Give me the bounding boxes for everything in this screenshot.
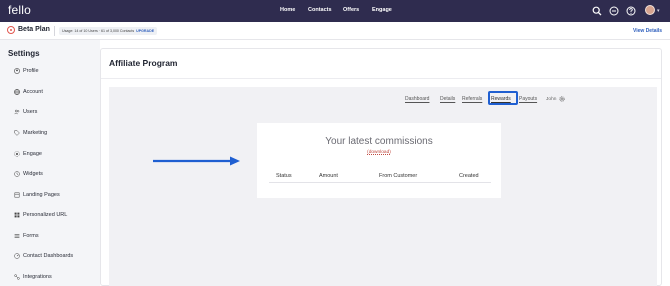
title-divider <box>101 78 661 79</box>
sidebar-item-profile[interactable]: Profile <box>13 66 39 76</box>
integrations-icon <box>13 274 20 281</box>
usage-badge: Usage: 14 of 10 Users · 61 of 3,000 Cont… <box>59 27 158 35</box>
nav-links: Home Contacts Offers Engage <box>0 0 670 22</box>
commissions-title: Your latest commissions <box>325 136 433 147</box>
sidebar-item-landing-pages[interactable]: Landing Pages <box>13 190 60 200</box>
sidebar-item-integrations[interactable]: Integrations <box>13 272 52 282</box>
download-link[interactable]: (download) <box>367 150 391 155</box>
annotation-arrow-icon <box>153 156 240 166</box>
sidebar-item-engage[interactable]: Engage <box>13 149 42 159</box>
chevron-down-icon[interactable]: ▾ <box>657 8 660 14</box>
sidebar-item-label: Contact Dashboards <box>23 253 74 259</box>
plan-name: Beta Plan <box>18 26 50 33</box>
plan-divider <box>54 26 55 36</box>
upgrade-link[interactable]: UPGRADE <box>136 29 154 33</box>
nav-home[interactable]: Home <box>280 7 295 13</box>
minus-circle-icon[interactable] <box>608 5 620 17</box>
sidebar-item-label: Profile <box>23 68 39 74</box>
widget-icon <box>13 171 20 178</box>
usage-text: Usage: 14 of 10 Users · 61 of 3,000 Cont… <box>62 29 135 33</box>
top-navbar: fello Home Contacts Offers Engage ▾ <box>0 0 670 22</box>
sidebar-item-personalized-url[interactable]: Personalized URL <box>13 210 67 220</box>
grid-icon <box>13 212 20 219</box>
view-details-link[interactable]: View Details <box>633 28 662 34</box>
sidebar-item-account[interactable]: Account <box>13 87 43 97</box>
affiliate-program-card: Affiliate Program Dashboard Details Refe… <box>100 48 662 286</box>
plan-icon <box>7 26 15 34</box>
commissions-box: Your latest commissions (download) Statu… <box>257 123 501 198</box>
sidebar-item-label: Forms <box>23 233 39 239</box>
active-tab-highlight <box>488 91 518 105</box>
user-circle-icon <box>13 68 20 75</box>
sidebar-item-contact-dashboards[interactable]: Contact Dashboards <box>13 251 73 261</box>
affiliate-user-name: John <box>546 97 557 102</box>
column-header-amount: Amount <box>319 173 338 179</box>
help-icon[interactable] <box>625 5 637 17</box>
gear-icon[interactable] <box>559 96 565 102</box>
sidebar-item-marketing[interactable]: Marketing <box>13 128 47 138</box>
settings-sidebar: Settings Profile Account Users Marketing… <box>0 40 100 286</box>
tab-referrals[interactable]: Referrals <box>462 96 482 102</box>
column-header-status: Status <box>276 173 292 179</box>
tab-details[interactable]: Details <box>440 96 455 102</box>
page-icon <box>13 192 20 199</box>
nav-engage[interactable]: Engage <box>372 7 392 13</box>
globe-icon <box>13 89 20 96</box>
tab-payouts[interactable]: Payouts <box>519 96 537 102</box>
dashboard-icon <box>13 253 20 260</box>
search-icon[interactable] <box>591 5 603 17</box>
sidebar-item-label: Widgets <box>23 171 43 177</box>
sidebar-title: Settings <box>8 49 40 58</box>
download-link-wrapper: (download) <box>257 150 501 155</box>
users-icon <box>13 109 20 116</box>
page-title: Affiliate Program <box>109 58 178 68</box>
sidebar-item-label: Users <box>23 109 38 115</box>
tag-icon <box>13 130 20 137</box>
nav-contacts[interactable]: Contacts <box>308 7 332 13</box>
sidebar-item-label: Personalized URL <box>23 212 68 218</box>
avatar[interactable] <box>645 5 655 15</box>
engage-icon <box>13 151 20 158</box>
header-divider <box>269 182 491 183</box>
sidebar-item-label: Integrations <box>23 274 52 280</box>
sidebar-item-label: Marketing <box>23 130 48 136</box>
sidebar-item-label: Account <box>23 89 43 95</box>
sidebar-item-forms[interactable]: Forms <box>13 231 39 241</box>
column-header-from-customer: From Customer <box>379 173 418 179</box>
plan-bar: Beta Plan Usage: 14 of 10 Users · 61 of … <box>0 22 670 40</box>
sidebar-item-label: Engage <box>23 151 42 157</box>
column-header-created: Created <box>459 173 479 179</box>
nav-offers[interactable]: Offers <box>343 7 359 13</box>
sidebar-item-widgets[interactable]: Widgets <box>13 169 43 179</box>
list-icon <box>13 233 20 240</box>
sidebar-item-label: Landing Pages <box>23 192 60 198</box>
sidebar-item-users[interactable]: Users <box>13 107 37 117</box>
tab-dashboard[interactable]: Dashboard <box>405 96 429 102</box>
